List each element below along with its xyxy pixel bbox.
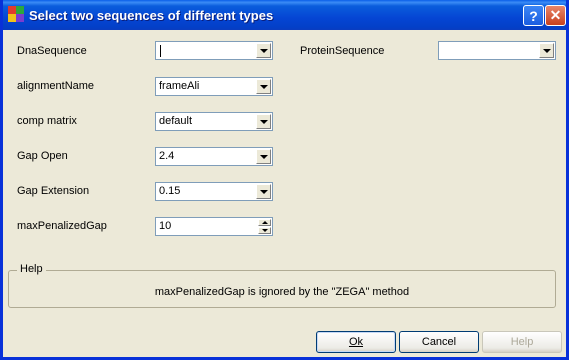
help-message: maxPenalizedGap is ignored by the "ZEGA"…	[154, 286, 410, 298]
chevron-down-icon	[542, 48, 551, 53]
max-penalized-gap-spinner[interactable]: 10	[155, 217, 273, 236]
gap-open-value: 2.4	[159, 150, 175, 162]
help-button[interactable]: Help	[482, 331, 562, 353]
dropdown-arrow-button[interactable]	[256, 114, 271, 129]
dropdown-arrow-button[interactable]	[256, 79, 271, 94]
dropdown-arrow-button[interactable]	[256, 184, 271, 199]
chevron-down-icon	[259, 48, 268, 53]
text-caret	[160, 45, 161, 57]
help-group-legend: Help	[17, 263, 46, 275]
cancel-label: Cancel	[421, 336, 457, 348]
comp-matrix-select[interactable]: default	[155, 112, 273, 131]
dna-sequence-label: DnaSequence	[17, 45, 87, 57]
title-bar[interactable]: Select two sequences of different types …	[3, 0, 566, 30]
gap-extension-select[interactable]: 0.15	[155, 182, 273, 201]
alignment-name-label: alignmentName	[17, 80, 95, 92]
ok-button[interactable]: Ok	[316, 331, 396, 353]
gap-extension-label: Gap Extension	[17, 185, 90, 197]
protein-sequence-select[interactable]	[438, 41, 556, 60]
cancel-button[interactable]: Cancel	[399, 331, 479, 353]
chevron-down-icon	[259, 189, 268, 194]
window-title: Select two sequences of different types	[29, 8, 274, 23]
max-penalized-gap-value: 10	[159, 220, 172, 232]
dropdown-arrow-button[interactable]	[539, 43, 554, 58]
max-penalized-gap-label: maxPenalizedGap	[17, 220, 107, 232]
chevron-down-icon	[261, 229, 268, 232]
chevron-down-icon	[259, 84, 268, 89]
protein-sequence-label: ProteinSequence	[300, 45, 385, 57]
ok-label: Ok	[348, 336, 364, 348]
dropdown-arrow-button[interactable]	[256, 149, 271, 164]
titlebar-close-button[interactable]: ✕	[545, 5, 566, 26]
gap-open-select[interactable]: 2.4	[155, 147, 273, 166]
gap-open-label: Gap Open	[17, 150, 68, 162]
help-label: Help	[510, 336, 534, 348]
chevron-down-icon	[259, 154, 268, 159]
gap-extension-value: 0.15	[159, 185, 181, 197]
comp-matrix-label: comp matrix	[17, 115, 77, 127]
alignment-name-value: frameAli	[159, 80, 200, 92]
question-icon: ?	[529, 7, 538, 24]
alignment-name-select[interactable]: frameAli	[155, 77, 273, 96]
dna-sequence-select[interactable]	[155, 41, 273, 60]
chevron-down-icon	[259, 119, 268, 124]
titlebar-help-button[interactable]: ?	[523, 5, 544, 26]
chevron-up-icon	[261, 221, 268, 224]
spinner-up-button[interactable]	[258, 219, 271, 226]
comp-matrix-value: default	[159, 115, 193, 127]
dropdown-arrow-button[interactable]	[256, 43, 271, 58]
close-icon: ✕	[549, 7, 562, 23]
app-icon	[8, 6, 24, 22]
spinner-down-button[interactable]	[258, 227, 271, 234]
